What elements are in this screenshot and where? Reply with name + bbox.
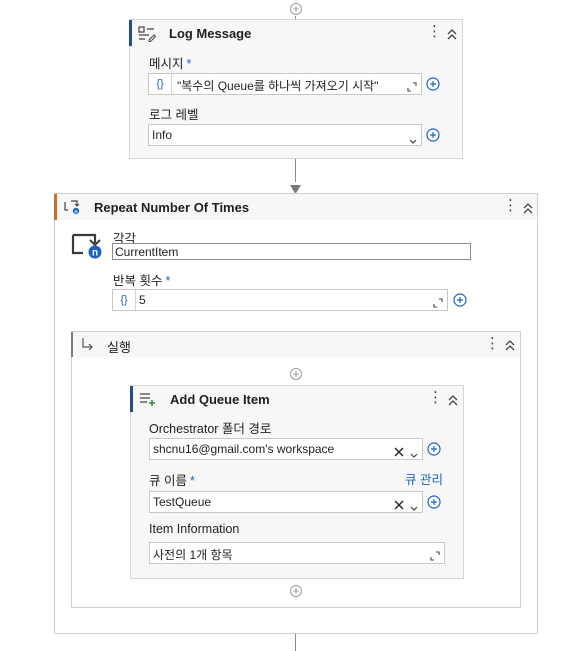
queue-name-label: 큐 이름 * [149,474,195,488]
repeat-icon: n [63,199,81,215]
plus-circle-icon [426,77,440,91]
body-title: 실행 [107,340,131,355]
repeat-count-field[interactable]: {} 5 [112,289,448,311]
current-item-value: CurrentItem [115,245,179,259]
add-variable-button[interactable] [427,442,441,456]
repeat-count-label: 반복 횟수 * [113,274,171,288]
insert-activity-top-button[interactable] [289,2,303,16]
collapse-icon[interactable] [446,393,460,407]
more-options-icon[interactable]: ⋮ [503,198,518,213]
clear-icon[interactable] [394,444,404,457]
add-variable-button[interactable] [426,77,440,91]
plus-circle-icon [427,442,441,456]
activity-accent-bar [129,20,132,46]
required-marker: * [186,57,192,71]
insert-activity-button[interactable] [289,584,303,598]
expand-icon[interactable] [407,79,417,92]
activity-title: Add Queue Item [170,392,270,407]
add-circle-icon [290,3,302,15]
folder-path-label: Orchestrator 폴더 경로 [149,422,272,436]
connector-line [295,634,296,651]
collapse-icon[interactable] [521,201,535,215]
add-variable-button[interactable] [427,495,441,509]
item-information-field[interactable]: 사전의 1개 항목 [149,542,445,564]
variable-brace-icon: {} [149,74,172,94]
item-information-value: 사전의 1개 항목 [153,548,233,562]
body-header [72,332,520,357]
container-accent-bar [54,194,57,220]
clear-icon[interactable] [394,497,404,510]
folder-path-select[interactable]: shcnu16@gmail.com's workspace [149,438,423,460]
log-level-label: 로그 레벨 [149,108,199,122]
repeat-number-of-times-activity[interactable]: n Repeat Number Of Times ⋮ n 각각 CurrentI… [54,193,538,634]
message-field[interactable]: {} "복수의 Queue를 하나씩 가져오기 시작" [148,73,422,95]
add-variable-button[interactable] [453,293,467,307]
arrow-down-icon [290,181,301,194]
add-circle-icon [290,585,302,597]
activity-title: Repeat Number Of Times [94,200,250,215]
log-message-icon [138,26,157,42]
body-accent-bar [71,332,73,357]
body-sequence[interactable]: 실행 ⋮ Add Queue Item ⋮ Orchestrator 폴더 경로… [71,331,521,608]
collapse-icon[interactable] [445,27,459,41]
message-label: 메시지 * [149,57,192,71]
add-queue-item-icon [139,391,157,407]
log-level-select[interactable]: Info [148,124,422,146]
message-value: "복수의 Queue를 하나씩 가져오기 시작" [177,79,379,93]
folder-path-value: shcnu16@gmail.com's workspace [153,442,335,456]
svg-text:n: n [92,248,98,259]
chevron-down-icon[interactable] [410,446,418,458]
required-marker: * [189,474,195,488]
insert-activity-button[interactable] [289,367,303,381]
branch-arrow-icon [81,337,95,351]
plus-circle-icon [453,293,467,307]
queue-name-value: TestQueue [153,495,212,509]
plus-circle-icon [427,495,441,509]
add-queue-item-activity[interactable]: Add Queue Item ⋮ Orchestrator 폴더 경로 shcn… [130,385,464,579]
repeat-count-value: 5 [139,293,146,307]
activity-title: Log Message [169,26,252,41]
variable-brace-icon: {} [113,290,136,310]
more-options-icon[interactable]: ⋮ [485,336,500,351]
queue-name-select[interactable]: TestQueue [149,491,423,513]
required-marker: * [165,274,171,288]
collapse-icon[interactable] [503,338,517,352]
add-variable-button[interactable] [426,128,440,142]
expand-icon[interactable] [433,295,443,308]
item-information-label: Item Information [149,522,240,536]
add-circle-icon [290,368,302,380]
log-level-value: Info [152,128,173,142]
plus-circle-icon [426,128,440,142]
chevron-down-icon [409,132,417,144]
current-item-input[interactable]: CurrentItem [112,243,471,260]
activity-accent-bar [130,386,133,412]
log-message-activity[interactable]: Log Message ⋮ 메시지 * {} "복수의 Queue를 하나씩 가져… [129,19,463,159]
more-options-icon[interactable]: ⋮ [427,24,442,39]
more-options-icon[interactable]: ⋮ [428,390,443,405]
loop-icon: n [70,231,104,259]
connector-line [295,159,296,182]
expand-icon[interactable] [430,548,440,561]
manage-queues-link[interactable]: 큐 관리 [405,469,443,488]
chevron-down-icon[interactable] [410,499,418,511]
